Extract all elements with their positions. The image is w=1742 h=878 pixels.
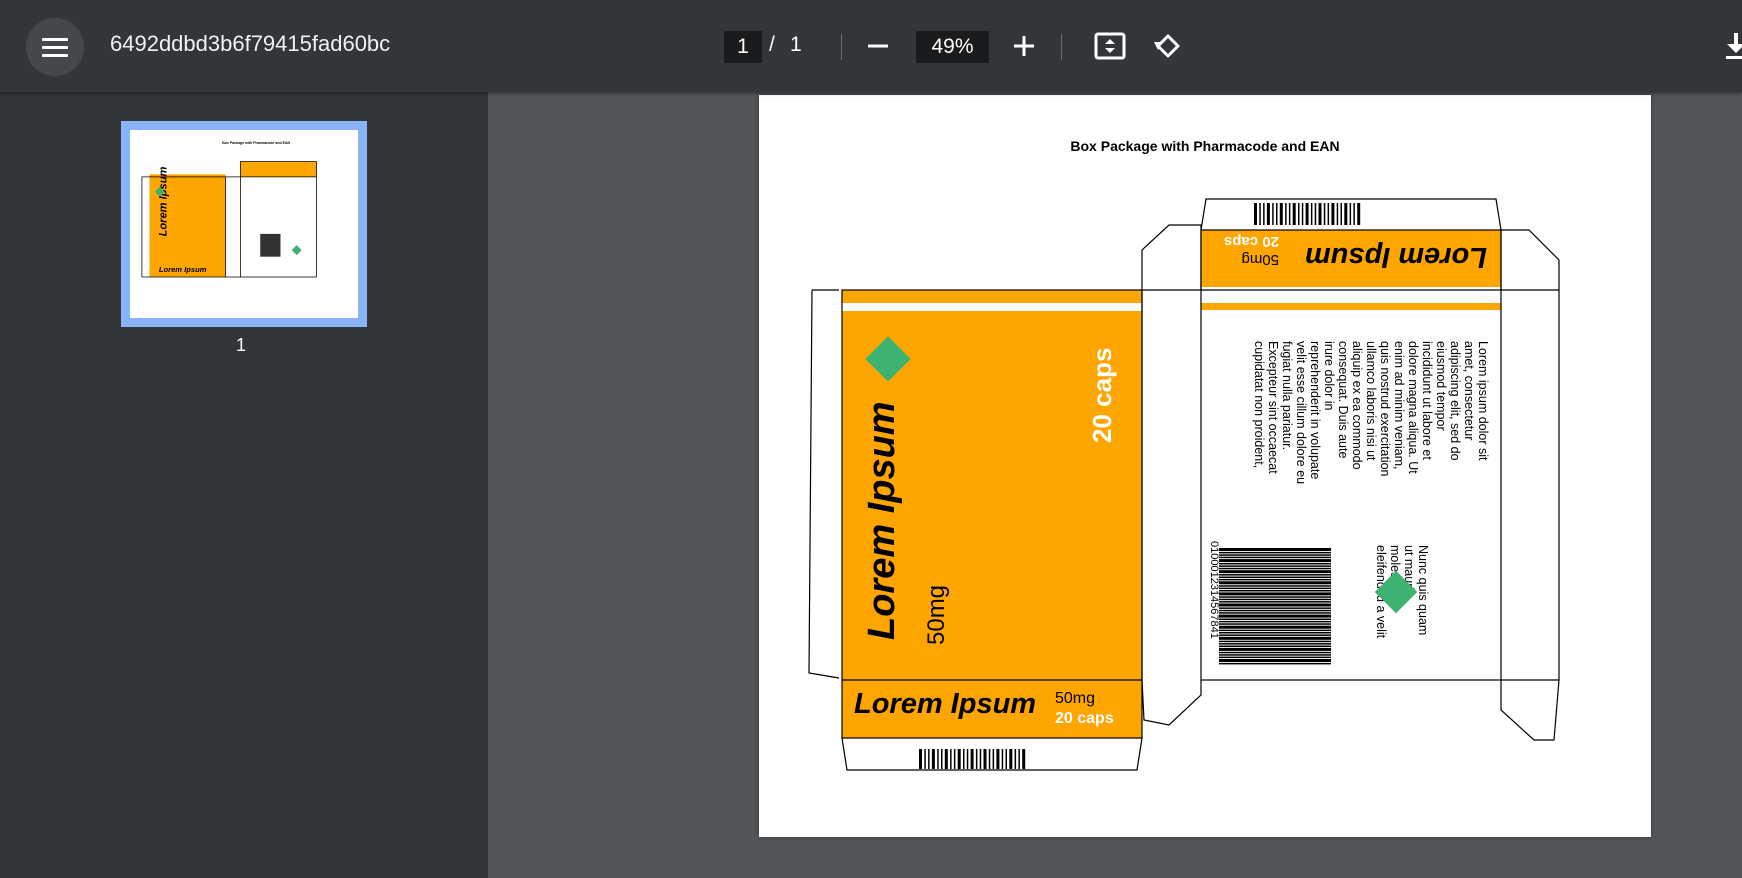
body-text-line: aliquip ex ea commodo xyxy=(1350,341,1364,470)
body-text-line: cupidatat non proident, xyxy=(1252,341,1266,468)
body-text-line: consequat. Duis aute xyxy=(1336,341,1350,458)
rotate-counterclockwise-icon xyxy=(1154,34,1180,58)
page-heading: Box Package with Pharmacode and EAN xyxy=(1070,138,1339,154)
page-number-input[interactable]: 1 xyxy=(724,31,762,63)
thumbnail-page-preview: Lorem Ipsum Lorem Ipsum Box Package with… xyxy=(130,130,358,318)
front-count: 20 caps xyxy=(1087,348,1117,443)
page-total: 1 xyxy=(790,33,802,56)
body-text-line: Lorem ipsum dolor sit xyxy=(1476,341,1490,461)
download-button[interactable] xyxy=(1720,28,1742,64)
thumbnail-page-number: 1 xyxy=(236,335,247,355)
side-text-line: Nunc quis quam xyxy=(1416,545,1430,635)
zoom-in-button[interactable] xyxy=(1006,28,1042,64)
bottom-brand: Lorem Ipsum xyxy=(854,688,1036,720)
page-drawing: Box Package with Pharmacode and EAN Lore… xyxy=(808,138,1560,771)
svg-text:Lorem Ipsum: Lorem Ipsum xyxy=(157,166,169,236)
download-icon xyxy=(1726,33,1742,59)
body-text-line: reprehenderit in volupate xyxy=(1308,341,1322,479)
front-brand: Lorem Ipsum xyxy=(861,401,903,640)
document-title: 6492ddbd3b6f79415fad60bc xyxy=(110,31,391,56)
body-text-line: incididunt ut labore et xyxy=(1420,341,1434,460)
toolbar-divider xyxy=(841,34,842,60)
body-text-line: adipiscing elit, sed do xyxy=(1448,341,1462,461)
back-body-text: Lorem ipsum dolor sitamet, consecteturad… xyxy=(1252,341,1490,484)
body-text-line: Excepteur sint occaecat xyxy=(1266,341,1280,474)
svg-text:Box Package with Pharmacode an: Box Package with Pharmacode and EAN xyxy=(222,141,290,145)
hamburger-menu-icon-line xyxy=(42,46,68,49)
hamburger-menu-icon-line xyxy=(42,54,68,57)
hamburger-menu-icon xyxy=(42,38,68,41)
body-text-line: dolore magna aliqua. Ut xyxy=(1406,341,1420,474)
bottom-count: 20 caps xyxy=(1055,710,1114,727)
rotate-button[interactable] xyxy=(1150,28,1186,64)
top-dose: 50mg xyxy=(1241,251,1279,268)
zoom-out-button[interactable] xyxy=(860,28,896,64)
plus-icon xyxy=(1014,36,1034,56)
body-text-line: fugiat nulla pariatur. xyxy=(1280,341,1294,450)
body-text-line: irure dolor in xyxy=(1322,341,1336,411)
body-text-line: ullamco laboris nisi ut xyxy=(1364,341,1378,461)
body-text-line: quis nostrud exercitation xyxy=(1378,341,1392,477)
bottom-pharmacode xyxy=(919,749,1026,769)
page-thumbnail[interactable]: Lorem Ipsum Lorem Ipsum Box Package with… xyxy=(121,121,367,327)
zoom-level-input[interactable]: 49% xyxy=(916,31,989,63)
pdf-toolbar: 6492ddbd3b6f79415fad60bc 1 / 1 49% xyxy=(0,0,1742,92)
top-brand: Lorem Ipsum xyxy=(1305,241,1487,273)
minus-icon xyxy=(868,44,888,48)
fit-to-page-button[interactable] xyxy=(1092,28,1128,64)
top-pharmacode xyxy=(1254,203,1361,225)
bottom-dose: 50mg xyxy=(1055,690,1095,707)
thumbnail-preview-drawing: Lorem Ipsum Lorem Ipsum Box Package with… xyxy=(141,141,317,278)
fit-to-page-icon xyxy=(1094,32,1126,60)
pdf-page: Box Package with Pharmacode and EAN Lore… xyxy=(759,95,1651,837)
body-text-line: enim ad minim veniam, xyxy=(1392,341,1406,470)
body-text-line: velit esse cillum dolore eu xyxy=(1294,341,1308,484)
thumbnail-sidebar: Lorem Ipsum Lorem Ipsum Box Package with… xyxy=(0,92,488,878)
body-text-line: eiusmod tempor xyxy=(1434,341,1448,431)
menu-button[interactable] xyxy=(26,18,84,76)
svg-text:Lorem Ipsum: Lorem Ipsum xyxy=(159,265,207,274)
body-text-line: amet, consectetur xyxy=(1462,341,1476,440)
ean-barcode xyxy=(1219,548,1331,665)
front-dose: 50mg xyxy=(923,585,950,645)
ean-number: 0100012314567841 xyxy=(1208,541,1220,639)
toolbar-divider xyxy=(1061,34,1062,60)
page-separator: / xyxy=(769,33,775,56)
top-count: 20 caps xyxy=(1224,233,1279,250)
